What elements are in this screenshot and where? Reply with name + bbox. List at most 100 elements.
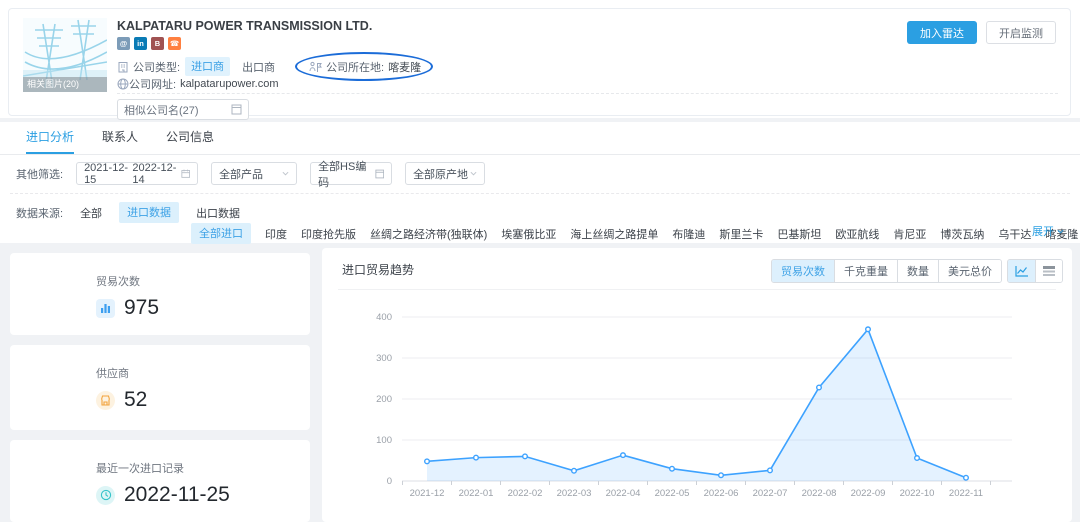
svg-text:2022-11: 2022-11 [949,488,983,499]
phone-icon[interactable]: ☎ [168,37,181,50]
join-radar-button[interactable]: 加入雷达 [907,21,977,44]
top-band: 相关图片(20) KALPATARU POWER TRANSMISSION LT… [0,0,1080,118]
region-tab-botswana[interactable]: 博茨瓦纳 [940,226,984,242]
social-icons-row: @ in B ☎ [117,37,181,50]
clock-icon [96,486,115,505]
svg-text:2022-07: 2022-07 [753,488,788,499]
product-select[interactable]: 全部产品 [211,162,297,185]
origin-select[interactable]: 全部原产地 [405,162,485,185]
region-tab-uganda[interactable]: 乌干达 [998,226,1031,242]
region-tab-ethiopia[interactable]: 埃塞俄比亚 [501,226,556,242]
importer-tag[interactable]: 进口商 [185,57,230,76]
last-import-value: 2022-11-25 [124,483,230,507]
company-website-row: 公司网址: kalpatarupower.com [117,76,279,92]
metric-usd-total-button[interactable]: 美元总价 [938,260,1001,282]
origin-select-value: 全部原产地 [413,166,468,182]
svg-text:300: 300 [376,353,392,364]
svg-text:2022-01: 2022-01 [459,488,494,499]
data-source-label: 数据来源: [16,205,63,221]
svg-text:200: 200 [376,394,392,405]
svg-text:2022-06: 2022-06 [704,488,739,499]
company-header-card: 相关图片(20) KALPATARU POWER TRANSMISSION LT… [8,8,1071,116]
region-tab-pakistan[interactable]: 巴基斯坦 [777,226,821,242]
start-monitor-button[interactable]: 开启监测 [986,21,1056,44]
svg-text:2022-08: 2022-08 [802,488,837,499]
company-location-group: 公司所在地: 喀麦隆 [309,59,421,75]
region-tab-maritime-silk-road[interactable]: 海上丝绸之路提单 [570,226,658,242]
source-option-import[interactable]: 进口数据 [119,202,179,223]
svg-text:100: 100 [376,435,392,446]
date-end: 2022-12-14 [132,162,180,186]
metric-weight-kg-button[interactable]: 千克重量 [834,260,897,282]
expand-link[interactable]: 展开 [1032,223,1064,239]
related-images-label[interactable]: 相关图片(20) [23,77,107,92]
hs-code-select-value: 全部HS编码 [318,158,374,190]
region-tab-india[interactable]: 印度 [265,226,287,242]
metric-quantity-button[interactable]: 数量 [897,260,938,282]
svg-text:0: 0 [387,476,392,487]
trade-count-value: 975 [124,296,159,320]
filter-row: 其他筛选: 2021-12-15 2022-12-14 全部产品 全部HS编码 [16,162,485,185]
region-filter-row: 全部进口 印度 印度抢先版 丝绸之路经济带(独联体) 埃塞俄比亚 海上丝绸之路提… [191,223,1020,244]
import-trend-panel: 进口贸易趋势 贸易次数 千克重量 数量 美元总价 0 100 200 300 400 20… [322,248,1072,522]
website-label: 公司网址: [129,76,176,92]
line-chart-view-button[interactable] [1008,260,1035,282]
tab-import-analysis[interactable]: 进口分析 [26,122,74,154]
panel-divider [338,289,1056,290]
trade-count-label: 贸易次数 [96,273,310,289]
exporter-tag[interactable]: 出口商 [242,59,275,75]
date-range-picker[interactable]: 2021-12-15 2022-12-14 [76,162,198,185]
company-type-row: 公司类型: 进口商 出口商 公司所在地: 喀麦隆 [117,57,421,76]
source-option-export[interactable]: 出口数据 [196,205,240,221]
tab-bar: 进口分析 联系人 公司信息 [0,122,1080,155]
region-tab-burundi[interactable]: 布隆迪 [672,226,705,242]
expand-label: 展开 [1032,223,1054,239]
globe-icon [117,78,129,90]
shop-icon [96,391,115,410]
tab-contacts[interactable]: 联系人 [102,122,138,154]
line-chart-icon [1015,265,1029,277]
source-option-all[interactable]: 全部 [80,205,102,221]
date-start: 2021-12-15 [84,162,132,186]
region-tab-sri-lanka[interactable]: 斯里兰卡 [719,226,763,242]
svg-text:2022-02: 2022-02 [508,488,543,499]
stat-card-suppliers: 供应商 52 [10,345,310,430]
hs-code-select[interactable]: 全部HS编码 [310,162,392,185]
email-icon[interactable]: @ [117,37,130,50]
metric-trade-count-button[interactable]: 贸易次数 [772,260,834,282]
data-source-row: 数据来源: 全部 进口数据 出口数据 [16,202,240,223]
stat-card-trade-count: 贸易次数 975 [10,253,310,335]
similar-companies-label: 相似公司名(27) [124,102,199,118]
location-flag-icon [309,61,322,73]
tab-company-info[interactable]: 公司信息 [166,122,214,154]
company-photo[interactable]: 相关图片(20) [23,18,107,92]
other-filters-label: 其他筛选: [16,166,63,182]
import-trend-chart[interactable]: 01002003004002021-122022-012022-022022-0… [332,308,1032,508]
svg-text:400: 400 [376,312,392,323]
similar-companies-select[interactable]: 相似公司名(27) [117,99,249,120]
tabs-section: 进口分析 联系人 公司信息 其他筛选: 2021-12-15 2022-12-1… [0,122,1080,243]
chart-title: 进口贸易趋势 [342,261,414,278]
region-tab-eurasia-route[interactable]: 欧亚航线 [835,226,879,242]
chevron-down-icon [470,170,477,177]
table-view-button[interactable] [1035,260,1062,282]
window-icon [231,104,242,115]
svg-text:2022-04: 2022-04 [606,488,641,499]
svg-text:2022-09: 2022-09 [851,488,886,499]
region-tab-india-preview[interactable]: 印度抢先版 [301,226,356,242]
location-label: 公司所在地: [326,59,384,75]
region-tab-silk-road-cis[interactable]: 丝绸之路经济带(独联体) [370,226,487,242]
view-toggle-group [1007,259,1063,283]
header-divider [117,93,1058,94]
region-tab-kenya[interactable]: 肯尼亚 [893,226,926,242]
suppliers-label: 供应商 [96,365,310,381]
svg-text:2022-10: 2022-10 [900,488,935,499]
website-value[interactable]: kalpatarupower.com [180,78,278,90]
blog-icon[interactable]: B [151,37,164,50]
table-icon [1042,265,1056,277]
linkedin-icon[interactable]: in [134,37,147,50]
building-icon [117,61,129,73]
company-name: KALPATARU POWER TRANSMISSION LTD. [117,19,372,33]
region-tab-all-imports[interactable]: 全部进口 [191,223,251,244]
location-value: 喀麦隆 [388,59,421,75]
